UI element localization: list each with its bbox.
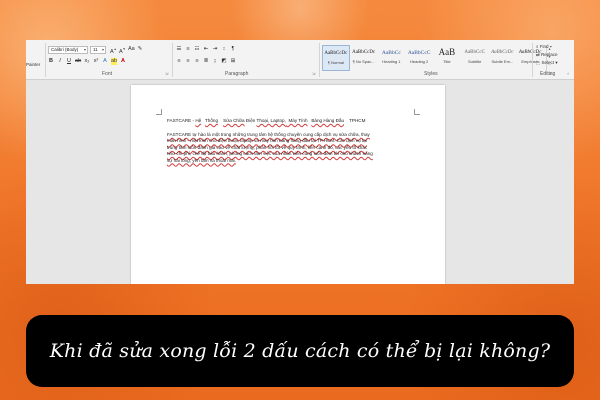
- align-left-icon[interactable]: ≡: [176, 58, 182, 65]
- format-painter-button[interactable]: Painter: [26, 62, 40, 67]
- shading-icon[interactable]: ◩: [221, 58, 227, 65]
- style-normal[interactable]: AaBbCcDc ¶ Normal: [322, 45, 350, 71]
- align-right-icon[interactable]: ≡: [194, 58, 200, 65]
- shrink-font-icon[interactable]: A▼: [119, 46, 126, 55]
- caption-banner: Khi đã sửa xong lỗi 2 dấu cách có thể bị…: [26, 315, 574, 387]
- style-name: ¶ No Spac...: [352, 59, 375, 64]
- caption-text: Khi đã sửa xong lỗi 2 dấu cách có thể bị…: [49, 340, 551, 362]
- text-run: Thống: [204, 118, 218, 123]
- font-name-value: Calibri (Body): [51, 47, 79, 52]
- style-heading-2[interactable]: AaBbCcC Heading 2: [405, 45, 433, 71]
- bold-icon[interactable]: B: [48, 58, 54, 65]
- ribbon: Painter Calibri (Body) ▾ 11 ▾ A▲ A▼ Aa ✎…: [26, 40, 574, 80]
- text-run: Bảng Hàng Đầu: [311, 118, 345, 123]
- select-label: Select: [541, 60, 555, 65]
- text-run: TPHCM: [344, 118, 366, 123]
- justify-icon[interactable]: ≣: [203, 58, 209, 65]
- style-preview: AaBbCcDc: [324, 51, 348, 56]
- search-icon: ⌕: [536, 44, 539, 49]
- chevron-down-icon: ▾: [83, 47, 86, 52]
- document-line: sự hài lòng, yên tâm và thoải mái.: [167, 157, 236, 163]
- find-button[interactable]: ⌕ Find ▾: [536, 44, 552, 49]
- font-group-label: Font: [102, 71, 113, 77]
- numbering-icon[interactable]: ≡: [185, 46, 191, 53]
- styles-gallery: AaBbCcDc ¶ Normal AaBbCcDc ¶ No Spac... …: [322, 45, 544, 71]
- document-page[interactable]: FASTCARE - Hệ Thống Sửa Chữa Điện Thoại,…: [131, 85, 445, 284]
- strikethrough-icon[interactable]: ab: [75, 58, 81, 65]
- align-center-icon[interactable]: ≡: [185, 58, 191, 65]
- word-window: Painter Calibri (Body) ▾ 11 ▾ A▲ A▼ Aa ✎…: [26, 40, 574, 284]
- line-spacing-icon[interactable]: ↨: [212, 58, 218, 65]
- group-separator: [532, 43, 533, 77]
- clear-formatting-icon[interactable]: ✎: [137, 46, 143, 53]
- superscript-icon[interactable]: x²: [93, 58, 99, 65]
- style-name: Heading 1: [382, 59, 401, 64]
- styles-group-label: Styles: [424, 71, 438, 77]
- chevron-down-icon: ▾: [555, 60, 558, 65]
- document-area: FASTCARE - Hệ Thống Sửa Chữa Điện Thoại,…: [26, 81, 574, 284]
- font-size-value: 11: [93, 47, 98, 52]
- sort-icon[interactable]: ↕: [221, 46, 227, 53]
- style-name: Subtitle: [467, 59, 482, 64]
- font-size-combo[interactable]: 11 ▾: [90, 46, 106, 54]
- chevron-down-icon: ▾: [101, 47, 104, 52]
- dialog-launcher-icon[interactable]: ⇲: [312, 71, 315, 76]
- style-title[interactable]: AaB Title: [433, 45, 461, 71]
- document-heading-line[interactable]: FASTCARE - Hệ Thống Sửa Chữa Điện Thoại,…: [167, 118, 365, 124]
- borders-icon[interactable]: ⊞: [230, 58, 236, 65]
- text-effects-icon[interactable]: A: [102, 58, 108, 65]
- style-preview: AaBbCcDc: [491, 50, 514, 55]
- select-button[interactable]: ⬚ Select ▾: [536, 60, 558, 66]
- font-name-combo[interactable]: Calibri (Body) ▾: [48, 46, 88, 54]
- increase-indent-icon[interactable]: ⇥: [212, 46, 218, 53]
- replace-icon: ⇄: [536, 52, 540, 57]
- bullets-icon[interactable]: ☰: [176, 46, 182, 53]
- style-preview: AaBbCcC: [464, 50, 485, 55]
- crop-mark: [156, 109, 162, 115]
- style-name: Title: [443, 59, 451, 64]
- style-preview: AaBbCcDc: [352, 50, 376, 55]
- style-name: Subtle Em...: [491, 59, 514, 64]
- group-separator: [319, 43, 320, 77]
- group-separator: [172, 43, 173, 77]
- font-color-icon[interactable]: A: [120, 58, 126, 65]
- style-preview: AaBbCcC: [407, 50, 431, 56]
- highlight-icon[interactable]: ab: [111, 58, 117, 65]
- underline-icon[interactable]: U: [66, 58, 72, 65]
- style-subtle-emphasis[interactable]: AaBbCcDc Subtle Em...: [489, 45, 517, 71]
- style-heading-1[interactable]: AaBbCc Heading 1: [378, 45, 406, 71]
- grow-font-icon[interactable]: A▲: [110, 46, 117, 55]
- text-run: Máy Tính: [285, 118, 308, 123]
- crop-mark: [414, 109, 420, 115]
- group-separator: [45, 43, 46, 77]
- style-preview: AaBbCc: [381, 50, 401, 56]
- select-icon: ⬚: [536, 60, 541, 65]
- italic-icon[interactable]: I: [57, 58, 63, 65]
- subscript-icon[interactable]: x₂: [84, 58, 90, 65]
- text-run: Sửa Chữa: [223, 118, 245, 123]
- multilevel-list-icon[interactable]: ☷: [194, 46, 200, 53]
- collapse-ribbon-icon[interactable]: ˄: [567, 71, 569, 76]
- text-run: Thoại, Laptop,: [256, 118, 286, 123]
- show-marks-icon[interactable]: ¶: [230, 46, 236, 53]
- find-label: Find: [539, 44, 549, 49]
- text-run: FASTCARE -: [167, 118, 196, 123]
- replace-label: Replace: [541, 52, 558, 57]
- replace-button[interactable]: ⇄ Replace: [536, 52, 558, 58]
- chevron-down-icon: ▾: [549, 44, 552, 49]
- style-no-spacing[interactable]: AaBbCcDc ¶ No Spac...: [350, 45, 378, 71]
- editing-group-label: Editing: [540, 71, 556, 77]
- document-body[interactable]: FASTCARE tự hào là một trong những trung…: [167, 132, 411, 164]
- style-subtitle[interactable]: AaBbCcC Subtitle: [461, 45, 489, 71]
- dialog-launcher-icon[interactable]: ⇲: [165, 71, 168, 76]
- style-preview: AaB: [438, 47, 456, 57]
- decrease-indent-icon[interactable]: ⇤: [203, 46, 209, 53]
- change-case-icon[interactable]: Aa: [128, 46, 135, 53]
- text-run: Điện: [244, 118, 257, 123]
- style-name: Heading 2: [410, 59, 429, 64]
- paragraph-group-label: Paragraph: [225, 71, 249, 77]
- style-name: ¶ Normal: [327, 60, 344, 65]
